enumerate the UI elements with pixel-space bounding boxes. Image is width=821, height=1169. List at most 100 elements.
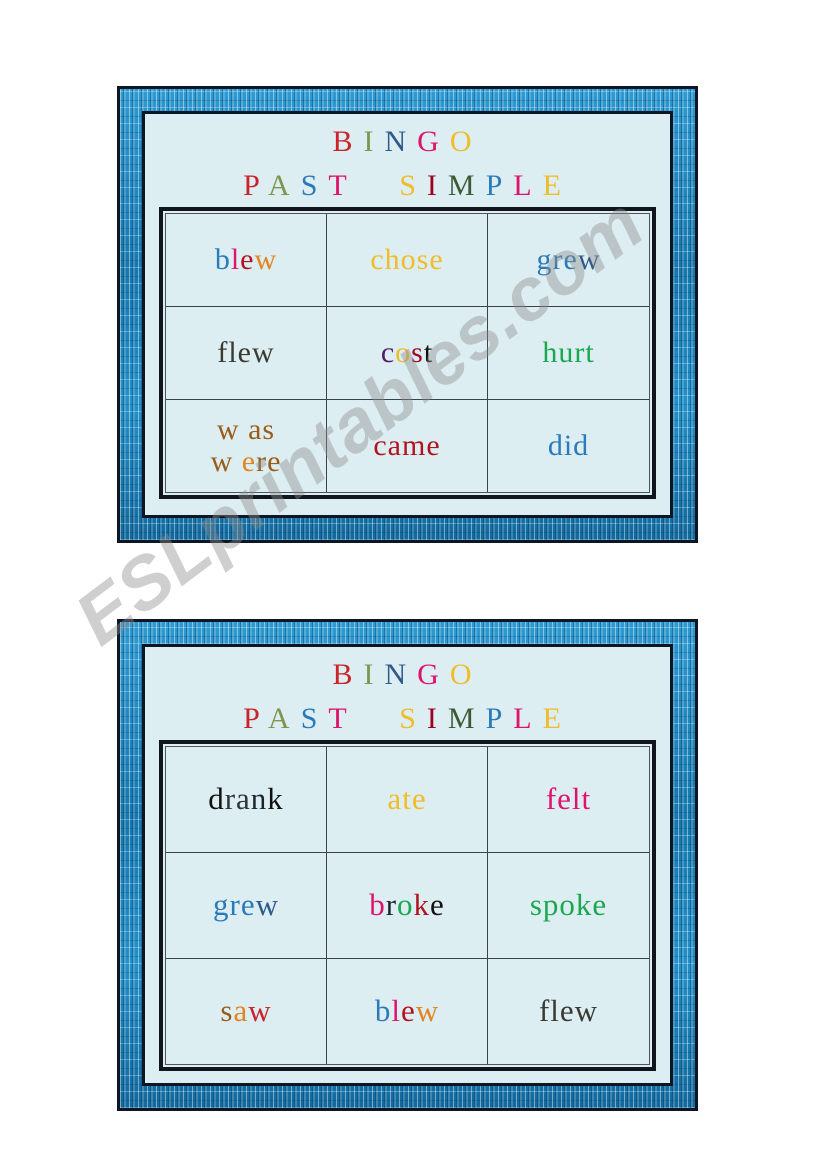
card-title-bingo-2: BINGO (155, 659, 660, 691)
colored-letter: r (385, 887, 398, 923)
bingo-cell-line: flew (538, 993, 598, 1029)
colored-letter: a (233, 993, 249, 1029)
colored-letter: o (395, 336, 412, 370)
colored-letter: e (411, 781, 427, 817)
bingo-cell[interactable]: did (488, 400, 649, 492)
bingo-cell-text: came (373, 429, 440, 463)
colored-letter (233, 445, 242, 478)
card-title-bingo-1: BINGO (155, 126, 660, 158)
bingo-cell[interactable]: blew (166, 214, 327, 306)
colored-letter: M (447, 168, 486, 202)
bingo-cell[interactable]: drank (166, 747, 327, 852)
colored-letter: g (213, 887, 230, 923)
colored-letter: w (415, 993, 440, 1029)
bingo-cell-line: spoke (530, 887, 607, 923)
colored-letter: e (240, 887, 256, 923)
colored-letter: I (426, 168, 448, 202)
colored-letter: w (216, 413, 240, 447)
colored-letter: w (255, 887, 279, 923)
colored-letter: I (363, 125, 385, 158)
colored-letter: o (397, 887, 414, 923)
bingo-cell-text: saw (220, 993, 271, 1029)
colored-letter: e (237, 336, 252, 370)
colored-letter: e (241, 445, 257, 478)
bingo-cell[interactable]: felt (488, 747, 649, 852)
bingo-cell[interactable]: blew (327, 959, 488, 1064)
colored-letter: e (240, 243, 255, 277)
colored-letter: S (399, 701, 427, 735)
bingo-cell-text: flew (217, 336, 274, 370)
bingo-cell-line: saw (220, 993, 271, 1029)
bingo-cell[interactable]: broke (327, 853, 488, 958)
colored-letter: w (254, 243, 278, 277)
bingo-cell[interactable]: flew (488, 959, 649, 1064)
bingo-cell[interactable]: flew (166, 307, 327, 399)
colored-letter: G (417, 125, 450, 158)
colored-letter: w (210, 445, 234, 478)
bingo-cell[interactable]: spoke (488, 853, 649, 958)
bingo-cell[interactable]: w as w ere (166, 400, 327, 492)
bingo-card-1: BINGO PAST SIMPLE blew chose grew flew cost h… (117, 86, 698, 543)
colored-letter: n (250, 781, 268, 817)
colored-letter: N (384, 125, 418, 158)
colored-letter: l (230, 243, 241, 277)
bingo-cell-text: spoke (530, 887, 607, 923)
colored-letter: t (402, 781, 412, 817)
bingo-grid-wrap-1: blew chose grew flew cost hurt w as w ere came di… (155, 207, 660, 503)
colored-letter: t (581, 781, 592, 817)
colored-letter: e (430, 887, 445, 923)
bingo-cell[interactable]: hurt (488, 307, 649, 399)
colored-letter: b (374, 993, 392, 1029)
colored-letter (240, 413, 249, 446)
colored-letter: m (401, 429, 427, 463)
colored-letter: f (538, 993, 551, 1029)
bingo-grid-row: grew broke spoke (166, 853, 649, 959)
bingo-cell[interactable]: ate (327, 747, 488, 852)
bingo-cell-line: hurt (542, 336, 594, 370)
bingo-cell[interactable]: cost (327, 307, 488, 399)
bingo-cell[interactable]: chose (327, 214, 488, 306)
colored-letter: o (400, 243, 417, 277)
bingo-cell[interactable]: came (327, 400, 488, 492)
colored-letter: t (423, 336, 434, 370)
colored-letter: e (426, 429, 441, 463)
colored-letter: l (391, 993, 401, 1029)
colored-letter: B (332, 125, 364, 158)
bingo-cell-line: blew (374, 993, 440, 1029)
colored-letter: S (300, 701, 329, 735)
bingo-cell-line: flew (217, 336, 274, 370)
colored-letter: T (328, 168, 358, 202)
colored-letter: S (300, 168, 329, 202)
colored-letter: P (243, 168, 269, 202)
bingo-cell[interactable]: grew (488, 214, 649, 306)
colored-letter: a (387, 429, 402, 463)
colored-letter: E (542, 168, 572, 202)
bingo-cell-text: blew (215, 243, 277, 277)
colored-letter: p (542, 887, 560, 923)
colored-letter: l (571, 781, 582, 817)
bingo-cell-text: flew (538, 993, 598, 1029)
card-subtitle-past-simple-1: PAST SIMPLE (155, 168, 660, 202)
colored-letter: a (387, 781, 403, 817)
decorative-blue-frame-1: BINGO PAST SIMPLE blew chose grew flew cost h… (120, 89, 695, 540)
colored-letter: N (384, 658, 418, 691)
colored-letter: i (563, 429, 574, 463)
colored-letter: E (542, 701, 572, 735)
colored-letter: b (214, 243, 231, 277)
bingo-grid-body-1: blew chose grew flew cost hurt w as w ere came di… (165, 213, 650, 493)
colored-letter: k (267, 781, 284, 817)
colored-letter: a (236, 781, 251, 817)
bingo-cell[interactable]: grew (166, 853, 327, 958)
bingo-cell-line: drank (208, 781, 284, 817)
colored-letter: M (447, 701, 486, 735)
colored-letter: s (262, 413, 276, 447)
bingo-cell-line: cost (381, 336, 433, 370)
colored-letter: s (411, 336, 424, 370)
bingo-cell[interactable]: saw (166, 959, 327, 1064)
colored-letter: S (399, 168, 427, 202)
colored-letter: T (328, 701, 358, 735)
colored-letter: a (248, 413, 263, 447)
colored-letter: P (485, 701, 514, 735)
colored-letter: e (559, 993, 575, 1029)
bingo-cell-line: grew (537, 243, 601, 277)
